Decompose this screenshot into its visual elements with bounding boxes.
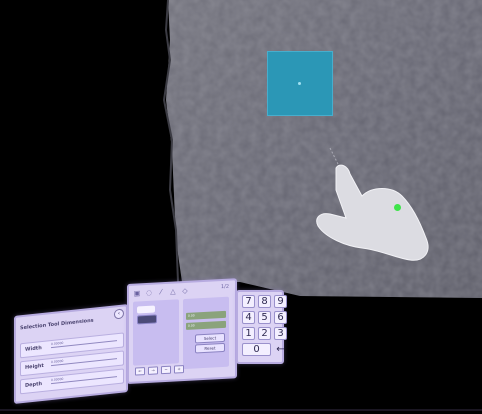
cube-center-marker bbox=[298, 82, 301, 85]
color-swatch-area bbox=[133, 299, 179, 366]
selection-dimensions-panel: Selection Tool Dimensions ‹ Width 0.0000… bbox=[14, 304, 128, 404]
option-field-2[interactable]: 0.00 bbox=[186, 320, 226, 330]
reset-button[interactable]: Reset bbox=[195, 342, 225, 354]
brush-icon[interactable]: ⁄ bbox=[157, 288, 165, 296]
tool-icon-bar: ▣ ◌ ⁄ △ ◇ bbox=[133, 287, 189, 298]
key-8[interactable]: 8 bbox=[258, 295, 271, 308]
page-counter: 1/2 bbox=[220, 283, 229, 291]
key-0[interactable]: 0 bbox=[242, 343, 271, 356]
height-label: Height bbox=[25, 362, 44, 371]
width-label: Width bbox=[25, 345, 42, 353]
numeric-keypad: 7 8 9 4 5 6 1 2 3 0 ← bbox=[236, 290, 287, 364]
option-field-1[interactable]: 0.00 bbox=[186, 310, 226, 320]
selected-cube[interactable] bbox=[267, 51, 333, 116]
key-9[interactable]: 9 bbox=[274, 295, 287, 308]
depth-label: Depth bbox=[25, 381, 43, 389]
tool-bottom-bar: ← → − + bbox=[135, 365, 184, 376]
key-6[interactable]: 6 bbox=[274, 311, 287, 324]
key-4[interactable]: 4 bbox=[242, 311, 255, 324]
dark-swatch[interactable] bbox=[137, 314, 157, 325]
chevron-left-icon[interactable]: ‹ bbox=[114, 308, 124, 320]
key-3[interactable]: 3 bbox=[274, 327, 287, 340]
select-button[interactable]: Select bbox=[195, 332, 225, 344]
vr-scene: Selection Tool Dimensions ‹ Width 0.0000… bbox=[0, 0, 482, 414]
light-swatch[interactable] bbox=[137, 305, 155, 314]
prev-button[interactable]: ← bbox=[135, 367, 145, 376]
pointer-tip-dot bbox=[394, 204, 401, 211]
shape-icon[interactable]: ◇ bbox=[181, 287, 189, 295]
decrease-button[interactable]: − bbox=[161, 365, 171, 375]
next-button[interactable]: → bbox=[148, 366, 158, 375]
flask-icon[interactable]: △ bbox=[169, 287, 177, 295]
key-2[interactable]: 2 bbox=[258, 327, 271, 340]
key-5[interactable]: 5 bbox=[258, 311, 271, 324]
circle-icon[interactable]: ◌ bbox=[145, 289, 153, 297]
increase-button[interactable]: + bbox=[174, 365, 184, 374]
tool-options: 0.00 0.00 Select Reset bbox=[183, 296, 229, 370]
cube-icon[interactable]: ▣ bbox=[133, 289, 141, 297]
panel-title: Selection Tool Dimensions bbox=[20, 317, 94, 332]
key-1[interactable]: 1 bbox=[242, 327, 255, 340]
tool-panel: ▣ ◌ ⁄ △ ◇ 1/2 0.00 0.00 Select Reset ← →… bbox=[127, 278, 237, 384]
key-7[interactable]: 7 bbox=[242, 295, 255, 308]
backspace-arrow-icon[interactable]: ← bbox=[274, 343, 287, 356]
